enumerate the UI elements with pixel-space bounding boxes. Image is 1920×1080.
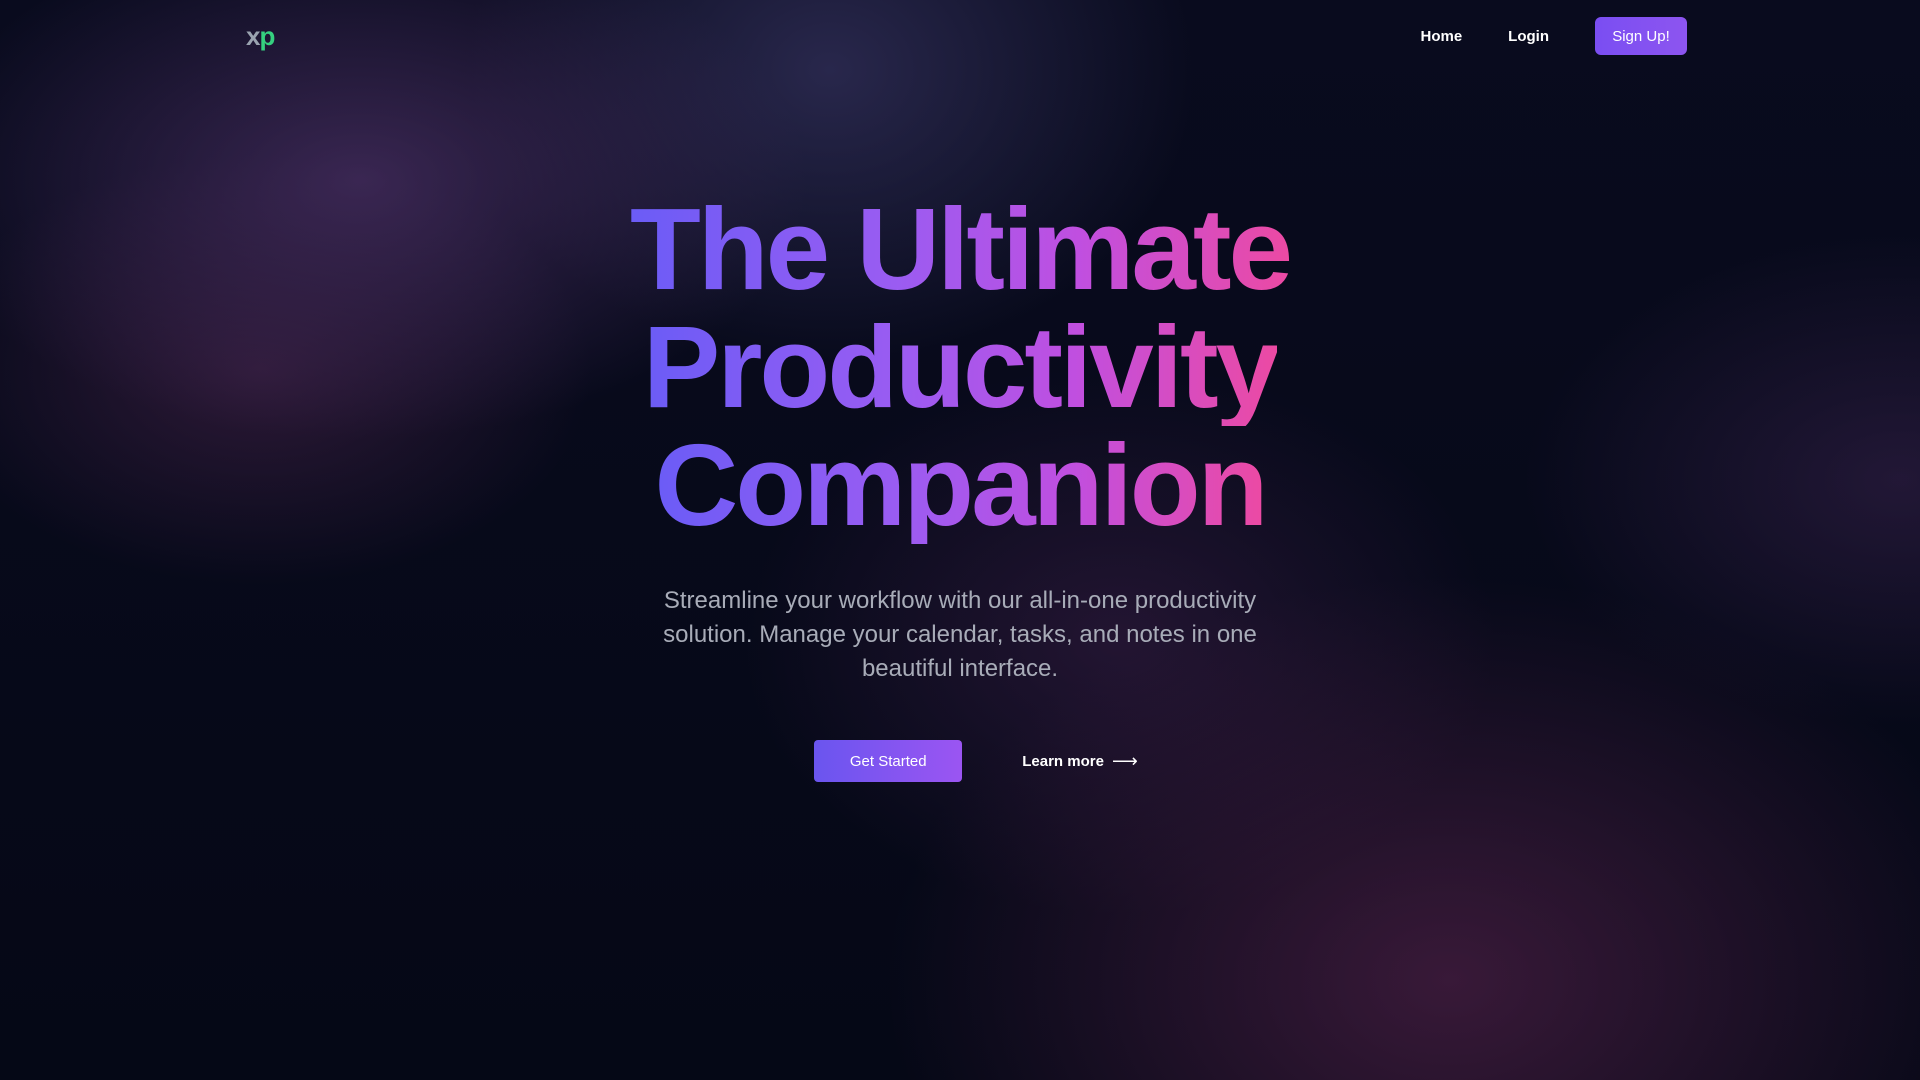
cta-row: Get Started Learn more ⟶ xyxy=(0,740,1920,782)
learn-more-label: Learn more xyxy=(1022,752,1104,770)
brand-logo[interactable]: x p xyxy=(246,21,275,51)
hero-title-line: The Ultimate xyxy=(480,190,1440,308)
hero-title-line: Companion xyxy=(480,426,1440,544)
signup-button[interactable]: Sign Up! xyxy=(1595,17,1687,55)
hero-section: The Ultimate Productivity Companion Stre… xyxy=(0,190,1920,782)
get-started-button[interactable]: Get Started xyxy=(814,740,963,782)
learn-more-link[interactable]: Learn more ⟶ xyxy=(1022,752,1138,770)
arrow-right-icon: ⟶ xyxy=(1111,751,1138,771)
nav-links: Home Login Sign Up! xyxy=(1420,17,1687,55)
logo-letter-p: p xyxy=(259,21,275,51)
hero-subtitle: Streamline your workflow with our all-in… xyxy=(663,587,1257,682)
hero-title-line-3: Companion xyxy=(654,420,1269,550)
hero-title-line: Productivity xyxy=(480,308,1440,426)
hero-title-line-2: Productivity xyxy=(642,302,1280,432)
hero-title: The Ultimate Productivity Companion xyxy=(480,190,1440,544)
nav-link-home[interactable]: Home xyxy=(1420,28,1462,45)
hero-title-line-1: The Ultimate xyxy=(629,184,1293,314)
nav-link-login[interactable]: Login xyxy=(1508,28,1549,45)
top-navigation: x p Home Login Sign Up! xyxy=(246,17,1687,55)
logo-letter-x: x xyxy=(246,21,261,51)
